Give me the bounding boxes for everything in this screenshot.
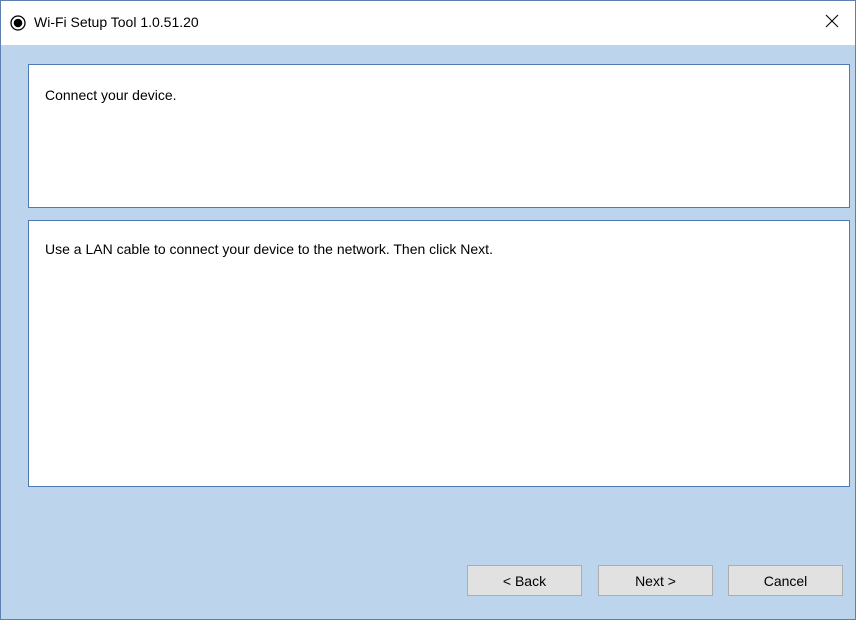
cancel-button[interactable]: Cancel [728, 565, 843, 596]
title-bar[interactable]: Wi-Fi Setup Tool 1.0.51.20 [1, 1, 855, 45]
back-button[interactable]: < Back [467, 565, 582, 596]
instructions-panel: Use a LAN cable to connect your device t… [28, 220, 850, 487]
instructions-text: Use a LAN cable to connect your device t… [45, 241, 493, 257]
header-panel: Connect your device. [28, 64, 850, 208]
window-title: Wi-Fi Setup Tool 1.0.51.20 [34, 14, 199, 30]
setup-window: Wi-Fi Setup Tool 1.0.51.20 Connect your … [0, 0, 856, 620]
step-heading: Connect your device. [45, 87, 177, 103]
app-radio-icon [10, 15, 26, 31]
next-button[interactable]: Next > [598, 565, 713, 596]
close-icon [825, 14, 839, 33]
close-button[interactable] [809, 1, 855, 45]
